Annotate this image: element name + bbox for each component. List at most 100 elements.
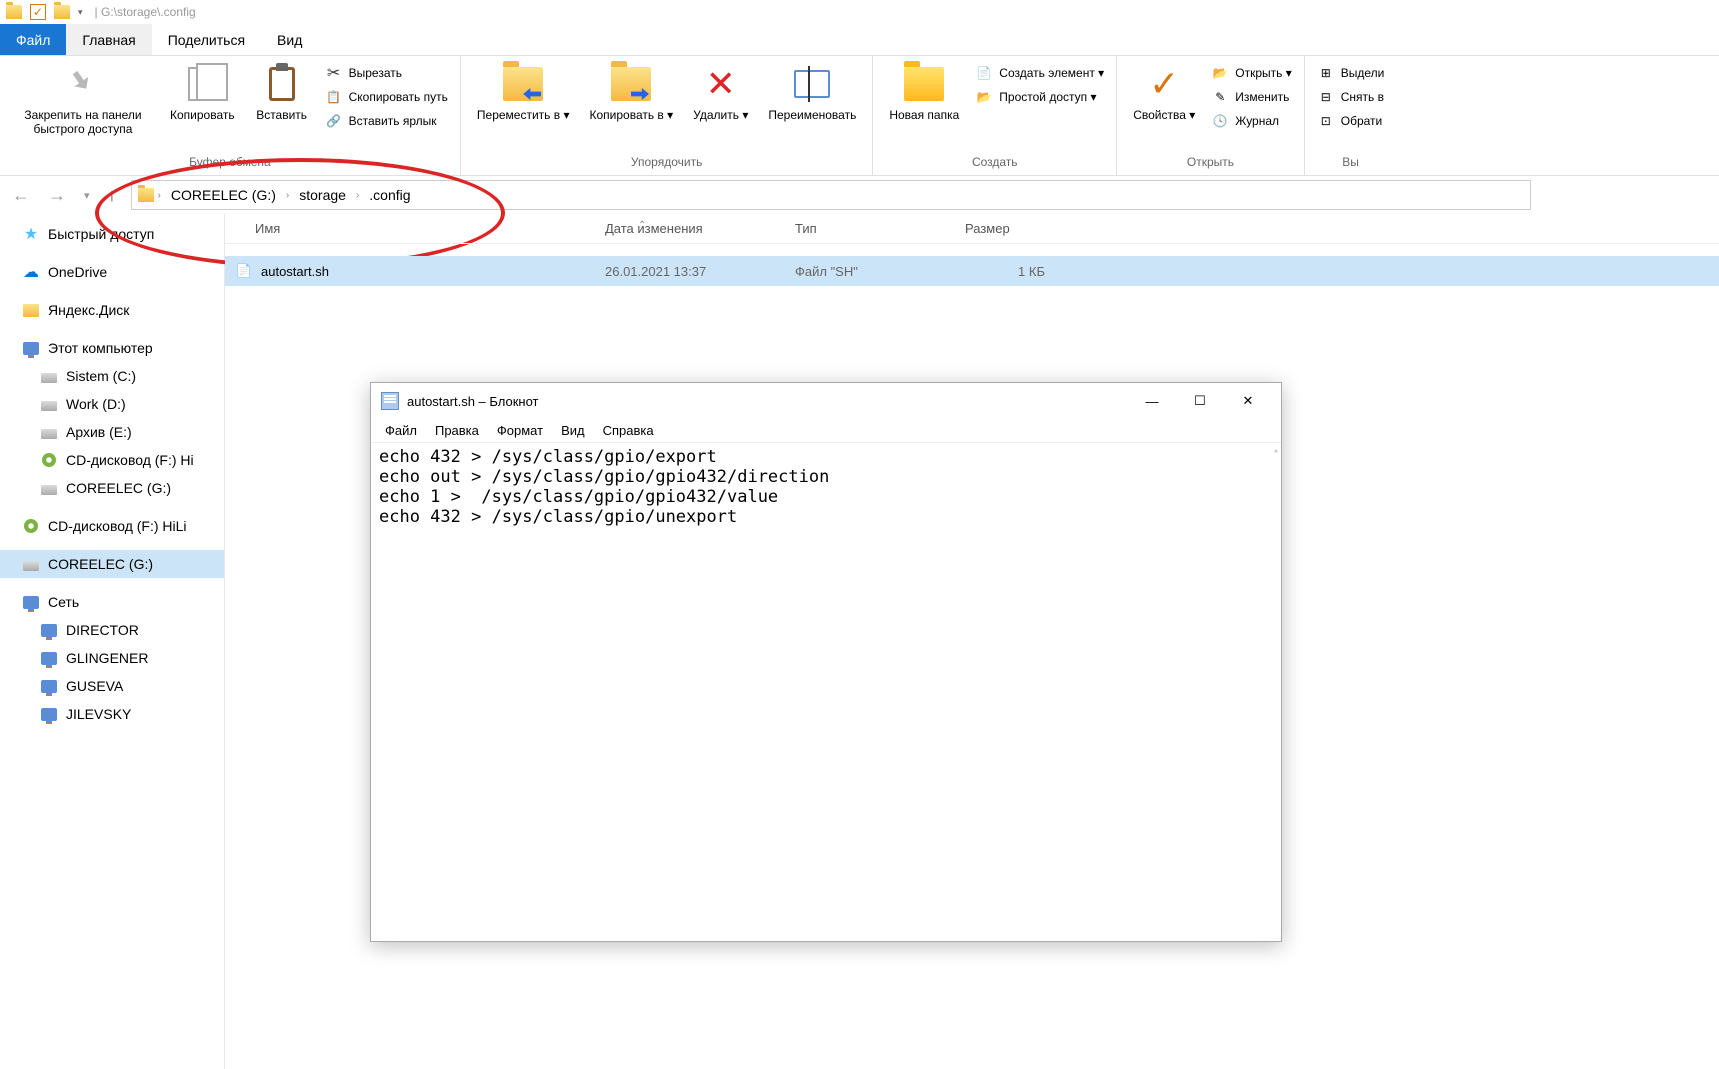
sidebar-item-drive-e[interactable]: Архив (E:)	[0, 418, 224, 446]
copy-path-button[interactable]: 📋Скопировать путь	[321, 86, 452, 108]
cloud-icon: ☁	[22, 263, 40, 281]
notepad-window: autostart.sh – Блокнот — ☐ ✕ Файл Правка…	[370, 382, 1282, 942]
folder-icon	[138, 188, 154, 202]
check-icon: ✓	[1149, 63, 1179, 105]
breadcrumb-0[interactable]: COREELEC (G:)	[165, 185, 282, 205]
sidebar-item-coreelec[interactable]: COREELEC (G:)	[0, 550, 224, 578]
sidebar-item-net-guseva[interactable]: GUSEVA	[0, 672, 224, 700]
rename-icon	[794, 70, 830, 98]
properties-button[interactable]: ✓ Свойства ▾	[1125, 60, 1203, 126]
sidebar-item-thispc[interactable]: Этот компьютер	[0, 334, 224, 362]
tab-file[interactable]: Файл	[0, 24, 66, 55]
minimize-button[interactable]: —	[1129, 385, 1175, 417]
easy-access-button[interactable]: 📂Простой доступ ▾	[971, 86, 1108, 108]
notepad-title: autostart.sh – Блокнот	[407, 394, 1121, 409]
menu-file[interactable]: Файл	[377, 421, 425, 440]
breadcrumb-1[interactable]: storage	[293, 185, 352, 205]
scroll-up-icon[interactable]: ▴	[1273, 445, 1279, 456]
maximize-button[interactable]: ☐	[1177, 385, 1223, 417]
pin-icon	[64, 65, 103, 104]
delete-button[interactable]: ✕ Удалить ▾	[685, 60, 756, 126]
sidebar-item-drive-g[interactable]: COREELEC (G:)	[0, 474, 224, 502]
select-all-icon: ⊞	[1317, 64, 1335, 82]
sidebar-item-cd-f[interactable]: CD-дисковод (F:) Hi	[0, 446, 224, 474]
scissors-icon: ✂	[325, 64, 343, 82]
column-headers: Имя Дата изменения Тип Размер	[225, 214, 1719, 244]
new-folder-button[interactable]: Новая папка	[881, 60, 967, 126]
delete-icon: ✕	[706, 63, 736, 105]
tab-home[interactable]: Главная	[66, 24, 151, 55]
sidebar-item-net-jilevsky[interactable]: JILEVSKY	[0, 700, 224, 728]
drive-icon	[22, 555, 40, 573]
notepad-titlebar[interactable]: autostart.sh – Блокнот — ☐ ✕	[371, 383, 1281, 419]
select-all-button[interactable]: ⊞Выдели	[1313, 62, 1389, 84]
breadcrumb-2[interactable]: .config	[363, 185, 416, 205]
paste-shortcut-button[interactable]: 🔗Вставить ярлык	[321, 110, 452, 132]
up-button[interactable]: ↑	[104, 185, 121, 206]
expand-caret-icon[interactable]: ⌃	[638, 220, 646, 231]
tab-view[interactable]: Вид	[261, 24, 318, 55]
close-button[interactable]: ✕	[1225, 385, 1271, 417]
forward-button[interactable]: →	[44, 185, 70, 206]
title-path: | G:\storage\.config	[95, 5, 196, 19]
chevron-right-icon[interactable]: ›	[286, 190, 289, 201]
ribbon-group-clipboard: Закрепить на панели быстрого доступа Коп…	[0, 56, 461, 175]
sidebar-item-cd-f2[interactable]: CD-дисковод (F:) HiLi	[0, 512, 224, 540]
recent-dropdown[interactable]: ▾	[80, 189, 94, 202]
history-button[interactable]: 🕓Журнал	[1207, 110, 1296, 132]
col-name[interactable]: Имя	[225, 221, 595, 236]
sidebar-item-drive-c[interactable]: Sistem (C:)	[0, 362, 224, 390]
edit-button[interactable]: ✎Изменить	[1207, 86, 1296, 108]
menu-view[interactable]: Вид	[553, 421, 593, 440]
pin-quickaccess-button[interactable]: Закрепить на панели быстрого доступа	[8, 60, 158, 140]
back-button[interactable]: ←	[8, 185, 34, 206]
ribbon: Закрепить на панели быстрого доступа Коп…	[0, 56, 1719, 176]
new-item-button[interactable]: 📄Создать элемент ▾	[971, 62, 1108, 84]
col-date[interactable]: Дата изменения	[595, 221, 785, 236]
paste-button[interactable]: Вставить	[247, 60, 317, 126]
disc-icon	[22, 517, 40, 535]
cut-button[interactable]: ✂Вырезать	[321, 62, 452, 84]
computer-icon	[40, 649, 58, 667]
tab-share[interactable]: Поделиться	[152, 24, 261, 55]
sidebar-item-onedrive[interactable]: ☁OneDrive	[0, 258, 224, 286]
easy-access-icon: 📂	[975, 88, 993, 106]
clipboard-icon	[269, 67, 295, 101]
ribbon-group-organize: Переместить в ▾ Копировать в ▾ ✕ Удалить…	[461, 56, 873, 175]
check-icon[interactable]: ✓	[30, 4, 46, 20]
folder-icon	[6, 5, 22, 19]
disc-icon	[40, 451, 58, 469]
col-size[interactable]: Размер	[955, 221, 1055, 236]
menu-edit[interactable]: Правка	[427, 421, 487, 440]
chevron-right-icon[interactable]: ›	[356, 190, 359, 201]
sidebar-item-net-glingener[interactable]: GLINGENER	[0, 644, 224, 672]
chevron-right-icon[interactable]: ›	[158, 190, 161, 201]
monitor-icon	[22, 339, 40, 357]
star-icon: ★	[22, 225, 40, 243]
copy-to-button[interactable]: Копировать в ▾	[581, 60, 681, 126]
select-none-button[interactable]: ⊟Снять в	[1313, 86, 1389, 108]
sidebar-item-yandex[interactable]: Яндекс.Диск	[0, 296, 224, 324]
open-button[interactable]: 📂Открыть ▾	[1207, 62, 1296, 84]
qat-dropdown-icon[interactable]: ▾	[78, 7, 83, 18]
sidebar-item-net-director[interactable]: DIRECTOR	[0, 616, 224, 644]
col-type[interactable]: Тип	[785, 221, 955, 236]
computer-icon	[40, 621, 58, 639]
menu-help[interactable]: Справка	[595, 421, 662, 440]
copy-button[interactable]: Копировать	[162, 60, 243, 126]
sidebar-item-network[interactable]: Сеть	[0, 588, 224, 616]
file-row-autostart[interactable]: 📄autostart.sh 26.01.2021 13:37 Файл "SH"…	[225, 256, 1719, 286]
menu-format[interactable]: Формат	[489, 421, 551, 440]
drive-icon	[40, 423, 58, 441]
move-to-button[interactable]: Переместить в ▾	[469, 60, 578, 126]
notepad-textarea[interactable]: echo 432 > /sys/class/gpio/export echo o…	[371, 443, 1281, 941]
sidebar-item-drive-d[interactable]: Work (D:)	[0, 390, 224, 418]
invert-selection-button[interactable]: ⊡Обрати	[1313, 110, 1389, 132]
ribbon-tabs: Файл Главная Поделиться Вид	[0, 24, 1719, 56]
rename-button[interactable]: Переименовать	[760, 60, 864, 126]
path-icon: 📋	[325, 88, 343, 106]
address-bar[interactable]: › COREELEC (G:) › storage › .config	[131, 180, 1531, 210]
computer-icon	[40, 677, 58, 695]
sidebar-item-quickaccess[interactable]: ★Быстрый доступ	[0, 220, 224, 248]
file-icon: 📄	[235, 262, 253, 280]
